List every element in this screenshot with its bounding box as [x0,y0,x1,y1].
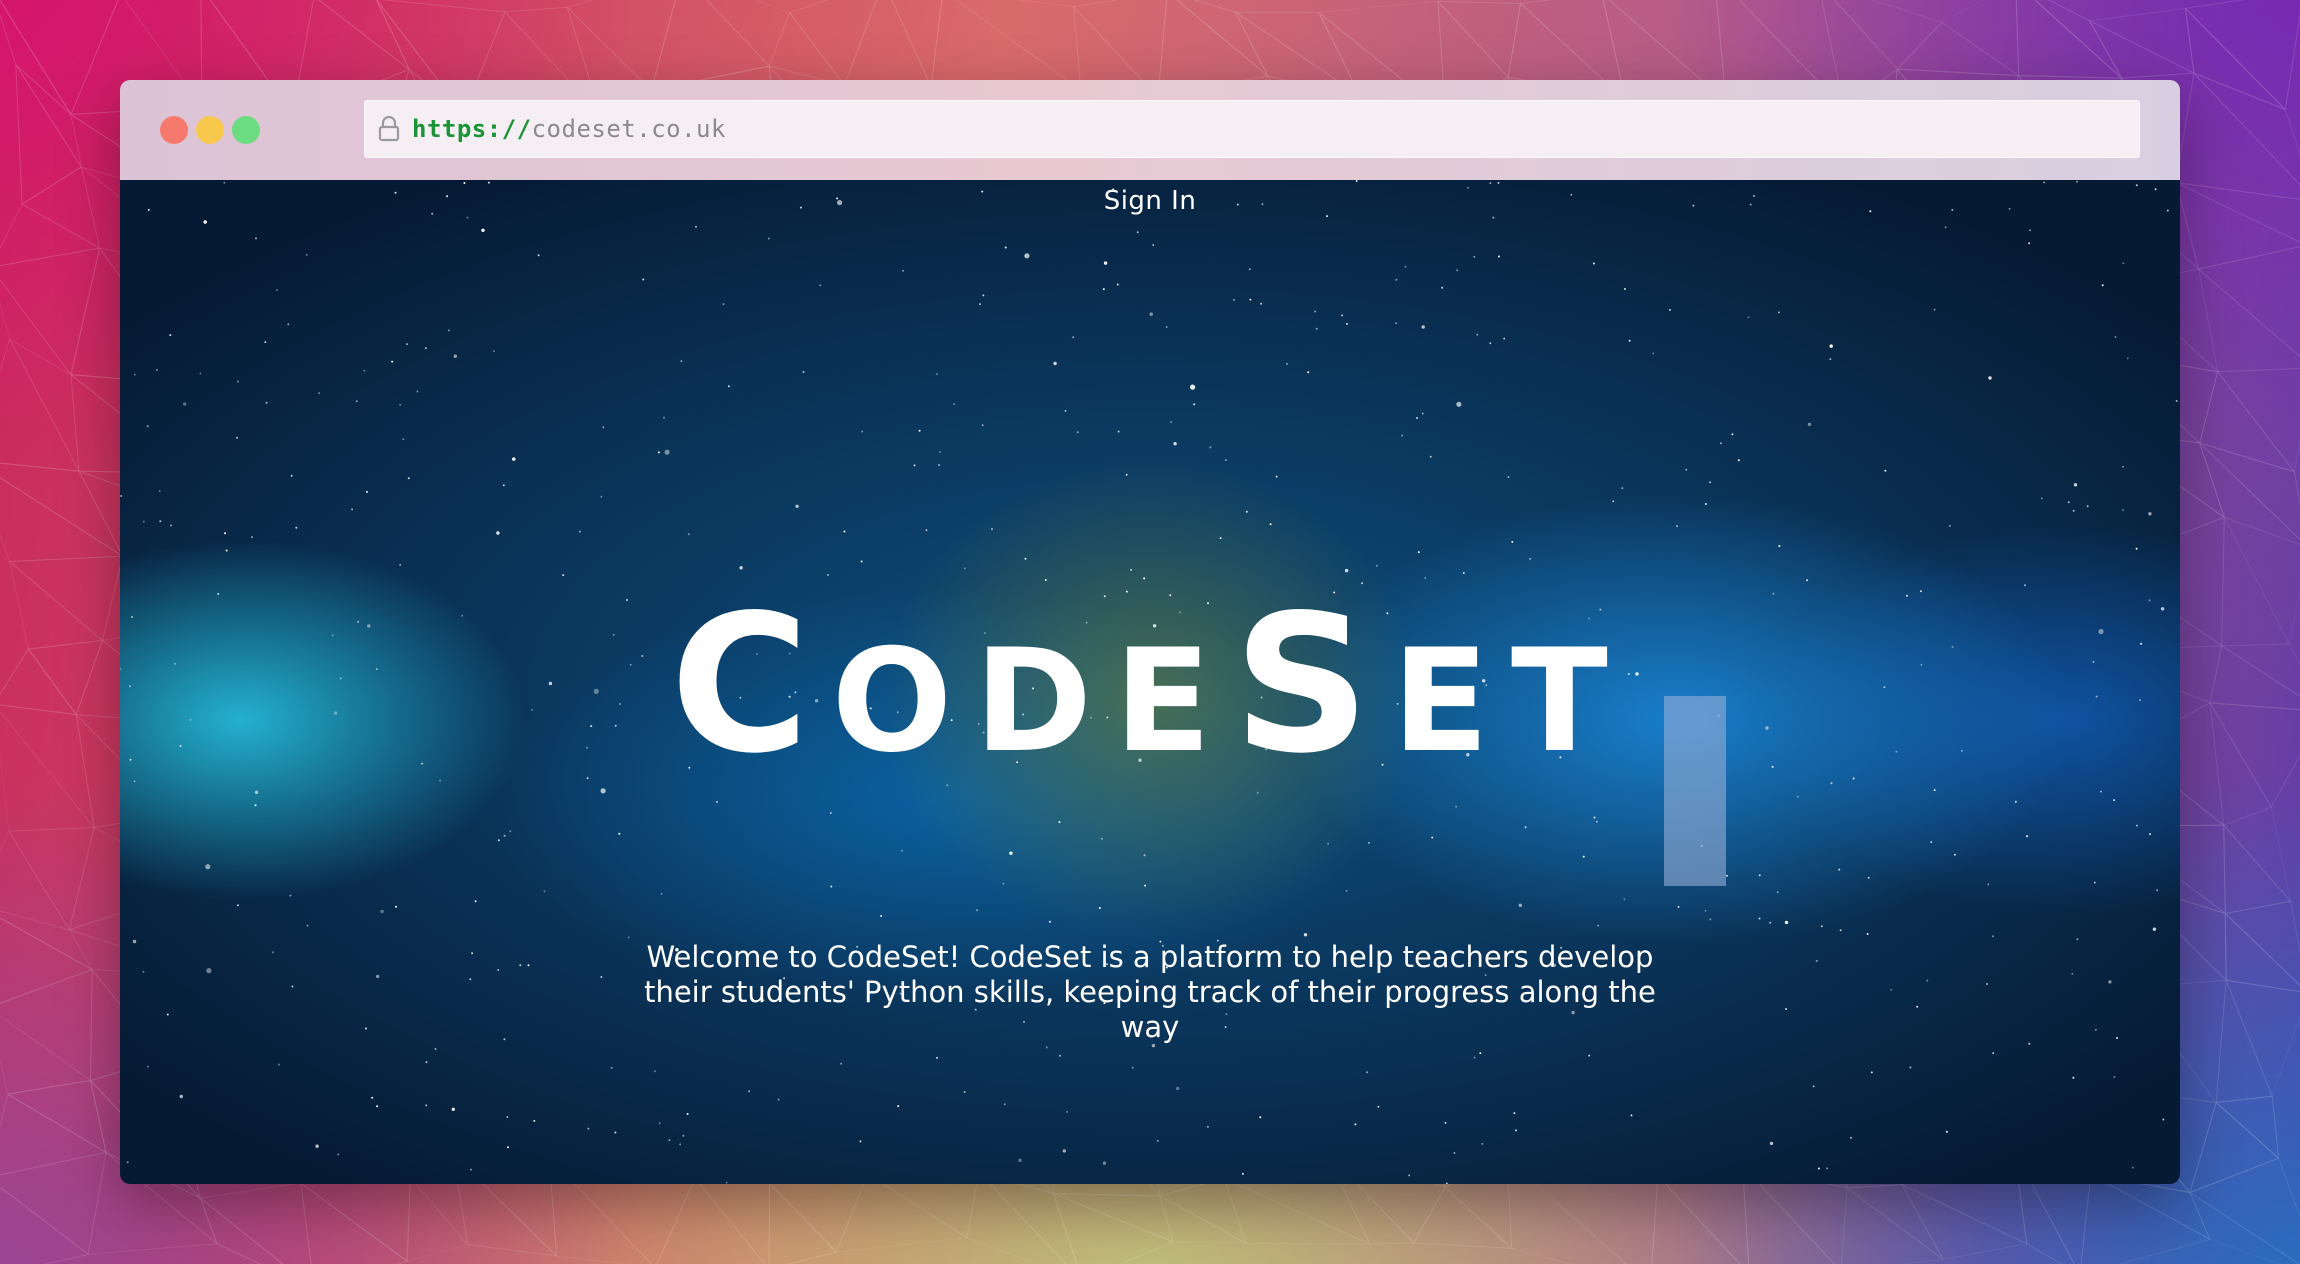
maximize-window-button[interactable] [232,116,260,144]
lock-icon [378,116,400,142]
hero-title: CODESET [120,590,2180,792]
sign-in-link[interactable]: Sign In [120,186,2180,216]
address-bar[interactable]: https://codeset.co.uk [364,100,2140,158]
hero-title-letter-s: S [1233,574,1392,795]
hero-title-et: ET [1392,619,1630,784]
typing-cursor [1664,696,1726,886]
close-window-button[interactable] [160,116,188,144]
url-host: codeset.co.uk [531,115,726,143]
minimize-window-button[interactable] [196,116,224,144]
hero-title-letter-c: C [670,574,832,795]
page-viewport: Sign In CODESET Welcome to CodeSet! Code… [120,180,2180,1184]
hero-title-ode: ODE [831,619,1234,784]
url-scheme: https:// [412,115,532,143]
url-text: https://codeset.co.uk [412,115,726,143]
browser-window: https://codeset.co.uk Sign In CODESET We… [120,80,2180,1184]
hero-tagline: Welcome to CodeSet! CodeSet is a platfor… [644,940,1656,1044]
browser-titlebar: https://codeset.co.uk [120,80,2180,180]
